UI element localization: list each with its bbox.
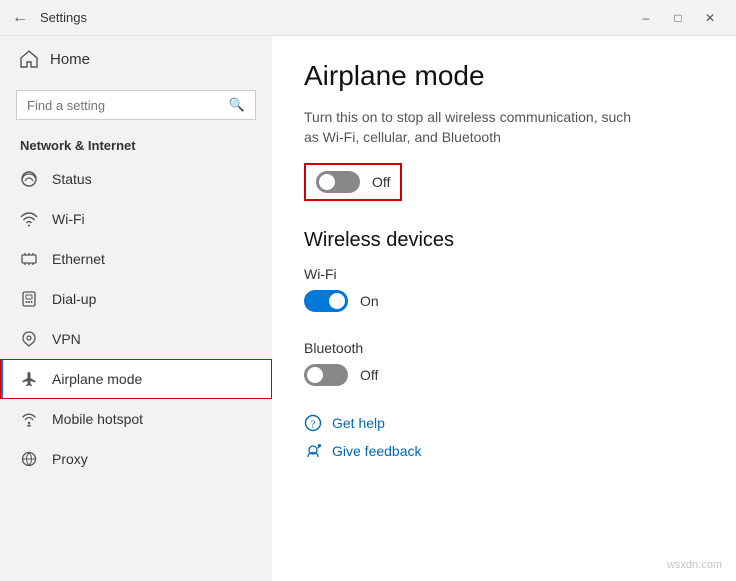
wifi-toggle-label: On <box>360 293 379 309</box>
airplane-mode-toggle[interactable] <box>316 171 360 193</box>
wireless-devices-title: Wireless devices <box>304 229 704 252</box>
bluetooth-toggle[interactable] <box>304 364 348 386</box>
give-feedback-label: Give feedback <box>332 443 422 459</box>
home-label: Home <box>50 51 90 68</box>
sidebar-item-ethernet[interactable]: Ethernet <box>0 239 272 279</box>
vpn-icon <box>20 330 38 348</box>
sidebar-item-label-vpn: VPN <box>52 331 81 347</box>
close-button[interactable]: ✕ <box>696 4 724 32</box>
watermark: wsxdn.com <box>667 559 722 571</box>
sidebar-item-label-dialup: Dial-up <box>52 291 96 307</box>
search-icon: 🔍 <box>229 97 245 113</box>
airplane-toggle-row[interactable]: Off <box>304 163 402 201</box>
maximize-button[interactable]: □ <box>664 4 692 32</box>
wifi-toggle-row[interactable]: On <box>304 290 379 312</box>
sidebar-section-label: Network & Internet <box>0 128 272 159</box>
sidebar-item-label-proxy: Proxy <box>52 451 88 467</box>
get-help-link[interactable]: ? Get help <box>304 414 704 432</box>
sidebar-item-label-wifi: Wi-Fi <box>52 211 85 227</box>
give-feedback-link[interactable]: Give feedback <box>304 442 704 460</box>
sidebar-item-label-ethernet: Ethernet <box>52 251 105 267</box>
wifi-toggle-thumb <box>329 293 345 309</box>
sidebar-item-wifi[interactable]: Wi-Fi <box>0 199 272 239</box>
title-bar-title: Settings <box>40 10 87 25</box>
main-layout: Home 🔍 Network & Internet Status <box>0 36 736 581</box>
page-description: Turn this on to stop all wireless commun… <box>304 108 644 147</box>
title-bar: ← Settings – □ ✕ <box>0 0 736 36</box>
help-links: ? Get help Give feedback <box>304 414 704 460</box>
sidebar: Home 🔍 Network & Internet Status <box>0 36 272 581</box>
wifi-section: Wi-Fi On <box>304 266 704 312</box>
toggle-thumb <box>319 174 335 190</box>
svg-text:?: ? <box>311 419 316 431</box>
sidebar-item-label-hotspot: Mobile hotspot <box>52 411 143 427</box>
sidebar-item-label-airplane: Airplane mode <box>52 371 142 387</box>
give-feedback-icon <box>304 442 322 460</box>
sidebar-item-hotspot[interactable]: Mobile hotspot <box>0 399 272 439</box>
bluetooth-toggle-label: Off <box>360 367 378 383</box>
sidebar-item-home[interactable]: Home <box>0 36 272 82</box>
airplane-icon <box>20 370 38 388</box>
ethernet-icon <box>20 250 38 268</box>
dialup-icon <box>20 290 38 308</box>
sidebar-item-proxy[interactable]: Proxy <box>0 439 272 479</box>
status-icon <box>20 170 38 188</box>
title-bar-left: ← Settings <box>12 9 87 27</box>
title-bar-controls: – □ ✕ <box>632 4 724 32</box>
sidebar-item-airplane-mode[interactable]: Airplane mode <box>0 359 272 399</box>
sidebar-item-dialup[interactable]: Dial-up <box>0 279 272 319</box>
wifi-icon <box>20 210 38 228</box>
bluetooth-toggle-row[interactable]: Off <box>304 364 378 386</box>
minimize-button[interactable]: – <box>632 4 660 32</box>
content-area: Airplane mode Turn this on to stop all w… <box>272 36 736 581</box>
bluetooth-section: Bluetooth Off <box>304 340 704 386</box>
home-icon <box>20 50 38 68</box>
proxy-icon <box>20 450 38 468</box>
page-title: Airplane mode <box>304 60 704 92</box>
get-help-label: Get help <box>332 415 385 431</box>
search-box[interactable]: 🔍 <box>16 90 256 120</box>
bluetooth-toggle-thumb <box>307 367 323 383</box>
hotspot-icon <box>20 410 38 428</box>
wifi-device-name: Wi-Fi <box>304 266 704 282</box>
get-help-icon: ? <box>304 414 322 432</box>
airplane-toggle-label: Off <box>372 174 390 190</box>
bluetooth-device-name: Bluetooth <box>304 340 704 356</box>
wifi-toggle[interactable] <box>304 290 348 312</box>
sidebar-item-label-status: Status <box>52 171 92 187</box>
search-input[interactable] <box>27 98 223 113</box>
sidebar-item-vpn[interactable]: VPN <box>0 319 272 359</box>
back-button[interactable]: ← <box>12 9 28 27</box>
sidebar-item-status[interactable]: Status <box>0 159 272 199</box>
